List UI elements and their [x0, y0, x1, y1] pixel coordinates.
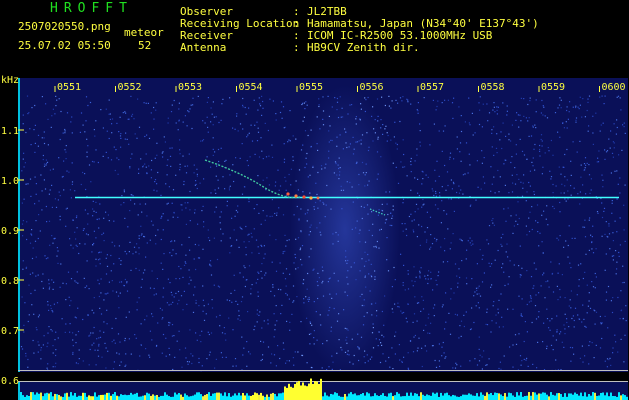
x-tick-label: 0554: [238, 82, 262, 93]
x-tick-label: 0552: [117, 82, 141, 93]
spectrogram: 0551 0552 0553 0554 0555 0556 0557 0558 0559 0600…: [1, 75, 628, 400]
x-tick-label: 0553: [178, 82, 202, 93]
x-tick-label: 0558: [480, 82, 504, 93]
x-tick-label: 0557: [420, 82, 444, 93]
y-tick-label: 0.8: [1, 276, 19, 287]
y-unit-label: kHz: [1, 75, 19, 86]
x-tick-label: 0559: [541, 82, 565, 93]
x-tick-label: 0600: [601, 82, 625, 93]
x-tick-label: 0555: [299, 82, 323, 93]
x-tick-label: 0556: [359, 82, 383, 93]
x-tick-label: 0551: [57, 82, 81, 93]
hrofft-window: HROFFT 2507020550.png 25.07.02 05:50 met…: [0, 0, 629, 400]
y-tick-label: 0.7: [1, 326, 19, 337]
y-tick-label: 0.9: [1, 226, 19, 237]
y-tick-label: 1.0: [1, 176, 19, 187]
y-tick-label: 1.1: [1, 126, 19, 137]
baseline-gap: [18, 372, 628, 381]
y-tick-label: 0.6: [1, 376, 19, 387]
burst-glow: [290, 85, 400, 375]
